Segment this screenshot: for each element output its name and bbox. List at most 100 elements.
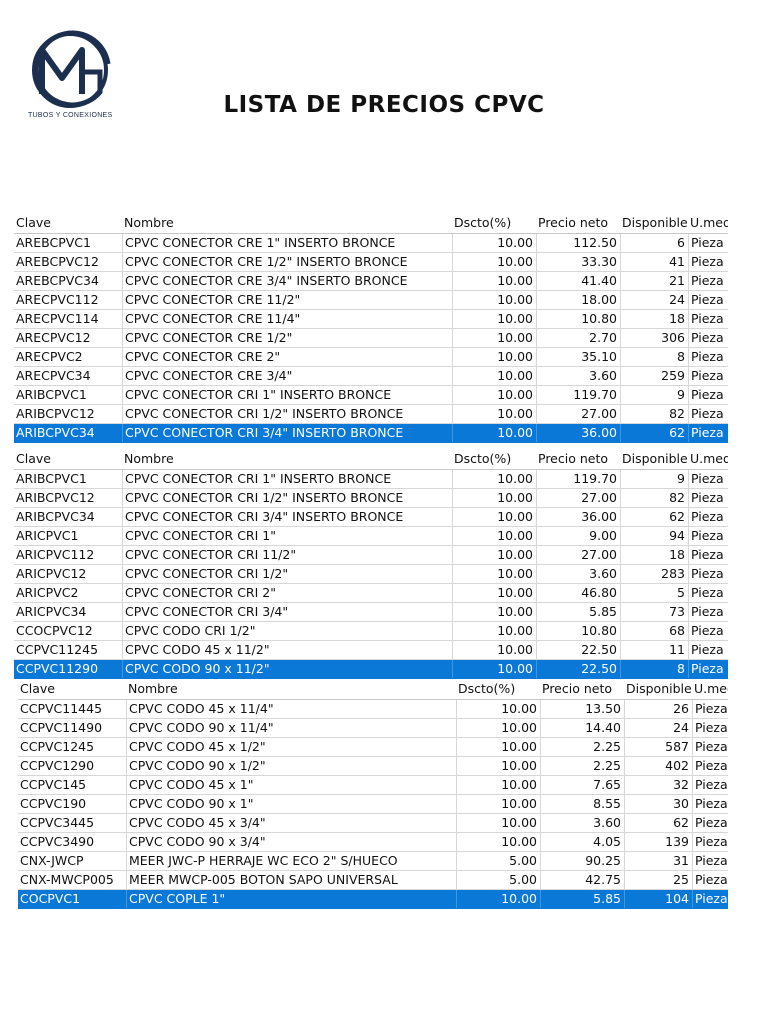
table-row[interactable]: ARICPVC1 CPVC CONECTOR CRI 1" 10.00 9.00 94 P… <box>14 527 728 546</box>
cell-nombre: CPVC CONECTOR CRI 3/4" INSERTO BRONCE <box>122 424 452 442</box>
cell-precio: 10.80 <box>536 622 620 640</box>
cell-umed: Pieza <box>688 470 728 488</box>
cell-disponible: 139 <box>624 833 692 851</box>
cell-disponible: 24 <box>624 719 692 737</box>
table-row-selected[interactable]: CCPVC11290 CPVC CODO 90 x 11/2" 10.00 22.50… <box>14 660 728 679</box>
cell-nombre: CPVC CONECTOR CRI 1" INSERTO BRONCE <box>122 386 452 404</box>
table-row[interactable]: ARECPVC12 CPVC CONECTOR CRE 1/2" 10.00 2.70… <box>14 329 728 348</box>
table-row[interactable]: ARECPVC112 CPVC CONECTOR CRE 11/2" 10.00 18… <box>14 291 728 310</box>
cell-precio: 119.70 <box>536 386 620 404</box>
table-row[interactable]: ARICPVC112 CPVC CONECTOR CRI 11/2" 10.00 27… <box>14 546 728 565</box>
header-precio: Precio neto <box>538 215 609 230</box>
header-clave: Clave <box>16 451 51 466</box>
table-row[interactable]: CCPVC1245 CPVC CODO 45 x 1/2" 10.00 2.25 587… <box>18 738 728 757</box>
cell-clave: CCPVC1290 <box>20 758 95 773</box>
table-row[interactable]: ARECPVC114 CPVC CONECTOR CRE 11/4" 10.00 10… <box>14 310 728 329</box>
cell-nombre: CPVC CODO 90 x 11/2" <box>122 660 452 678</box>
cell-clave: ARECPVC2 <box>16 349 83 364</box>
header-umed: U.med <box>694 681 728 696</box>
cell-clave: CNX-JWCP <box>20 853 84 868</box>
cell-umed: Pieza <box>692 871 728 889</box>
cell-umed: Pieza <box>688 405 728 423</box>
table-row[interactable]: CCPVC145 CPVC CODO 45 x 1" 10.00 7.65 32 Piez… <box>18 776 728 795</box>
cell-nombre: CPVC CONECTOR CRI 1/2" INSERTO BRONCE <box>122 405 452 423</box>
header-disponible: Disponible <box>622 451 688 466</box>
cell-disponible: 18 <box>620 546 688 564</box>
cell-precio: 3.60 <box>540 814 624 832</box>
cell-precio: 35.10 <box>536 348 620 366</box>
table-row[interactable]: ARECPVC2 CPVC CONECTOR CRE 2" 10.00 35.10 8 P… <box>14 348 728 367</box>
cell-disponible: 62 <box>624 814 692 832</box>
table-row[interactable]: CCPVC11445 CPVC CODO 45 x 11/4" 10.00 13.50… <box>18 700 728 719</box>
table-row[interactable]: ARIBCPVC1 CPVC CONECTOR CRI 1" INSERTO BR… <box>14 386 728 405</box>
cell-precio: 10.80 <box>536 310 620 328</box>
table-row-selected[interactable]: ARIBCPVC34 CPVC CONECTOR CRI 3/4" INSERTO… <box>14 424 728 443</box>
table-row[interactable]: CCPVC11490 CPVC CODO 90 x 11/4" 10.00 14.40… <box>18 719 728 738</box>
table-row-selected[interactable]: COCPVC1 CPVC COPLE 1" 10.00 5.85 104 Pieza <box>18 890 728 909</box>
cell-clave: ARIBCPVC12 <box>16 406 95 421</box>
table-row[interactable]: ARICPVC34 CPVC CONECTOR CRI 3/4" 10.00 5.85… <box>14 603 728 622</box>
table-row[interactable]: CCPVC1290 CPVC CODO 90 x 1/2" 10.00 2.25 402… <box>18 757 728 776</box>
header-umed: U.med <box>690 215 728 230</box>
header-clave: Clave <box>16 215 51 230</box>
table-row[interactable]: ARECPVC34 CPVC CONECTOR CRE 3/4" 10.00 3.60… <box>14 367 728 386</box>
table-row[interactable]: ARIBCPVC12 CPVC CONECTOR CRI 1/2" INSERTO… <box>14 489 728 508</box>
cell-clave: ARIBCPVC12 <box>16 490 95 505</box>
cell-dscto: 10.00 <box>452 253 536 271</box>
header-precio: Precio neto <box>538 451 609 466</box>
cell-nombre: CPVC CODO 90 x 11/4" <box>126 719 456 737</box>
cell-precio: 8.55 <box>540 795 624 813</box>
cell-nombre: CPVC CONECTOR CRE 11/4" <box>122 310 452 328</box>
cell-clave: CCPVC11445 <box>20 701 103 716</box>
table-row[interactable]: CCOCPVC12 CPVC CODO CRI 1/2" 10.00 10.80 68 P… <box>14 622 728 641</box>
cell-nombre: CPVC CONECTOR CRI 1/2" <box>122 565 452 583</box>
table-header-row: Clave Nombre Dscto(%) Precio neto Disponible… <box>14 448 728 470</box>
table-row[interactable]: ARICPVC2 CPVC CONECTOR CRI 2" 10.00 46.80 5 P… <box>14 584 728 603</box>
cell-dscto: 10.00 <box>452 527 536 545</box>
cell-umed: Pieza <box>692 833 728 851</box>
cell-umed: Pieza <box>688 272 728 290</box>
cell-disponible: 25 <box>624 871 692 889</box>
cell-nombre: CPVC CONECTOR CRE 1/2" <box>122 329 452 347</box>
cell-dscto: 10.00 <box>452 489 536 507</box>
cell-umed: Pieza <box>692 890 728 908</box>
table-row[interactable]: CCPVC190 CPVC CODO 90 x 1" 10.00 8.55 30 Piez… <box>18 795 728 814</box>
cell-dscto: 10.00 <box>452 329 536 347</box>
table-row[interactable]: ARIBCPVC1 CPVC CONECTOR CRI 1" INSERTO BR… <box>14 470 728 489</box>
table-row[interactable]: CNX-JWCP MEER JWC-P HERRAJE WC ECO 2" S/H… <box>18 852 728 871</box>
cell-clave: CCPVC145 <box>20 777 87 792</box>
table-row[interactable]: CCPVC3490 CPVC CODO 90 x 3/4" 10.00 4.05 139… <box>18 833 728 852</box>
table-row[interactable]: ARICPVC12 CPVC CONECTOR CRI 1/2" 10.00 3.60… <box>14 565 728 584</box>
cell-disponible: 283 <box>620 565 688 583</box>
cell-clave: ARICPVC1 <box>16 528 79 543</box>
cell-umed: Pieza <box>688 348 728 366</box>
cell-nombre: CPVC CODO 45 x 11/2" <box>122 641 452 659</box>
table-row[interactable]: ARIBCPVC12 CPVC CONECTOR CRI 1/2" INSERTO… <box>14 405 728 424</box>
cell-dscto: 10.00 <box>456 757 540 775</box>
table-row[interactable]: CCPVC3445 CPVC CODO 45 x 3/4" 10.00 3.60 62 P… <box>18 814 728 833</box>
cell-nombre: CPVC CODO 90 x 1" <box>126 795 456 813</box>
table-row[interactable]: CNX-MWCP005 MEER MWCP-005 BOTON SAPO UNIV… <box>18 871 728 890</box>
cell-clave: CCPVC3445 <box>20 815 95 830</box>
cell-disponible: 32 <box>624 776 692 794</box>
cell-precio: 22.50 <box>536 641 620 659</box>
cell-nombre: CPVC CODO 45 x 1" <box>126 776 456 794</box>
table-row[interactable]: AREBCPVC1 CPVC CONECTOR CRE 1" INSERTO BR… <box>14 234 728 253</box>
table-row[interactable]: AREBCPVC34 CPVC CONECTOR CRE 3/4" INSERTO… <box>14 272 728 291</box>
cell-precio: 33.30 <box>536 253 620 271</box>
cell-precio: 27.00 <box>536 489 620 507</box>
cell-disponible: 26 <box>624 700 692 718</box>
cell-dscto: 10.00 <box>452 641 536 659</box>
table-row[interactable]: ARIBCPVC34 CPVC CONECTOR CRI 3/4" INSERTO… <box>14 508 728 527</box>
cell-precio: 22.50 <box>536 660 620 678</box>
cell-precio: 14.40 <box>540 719 624 737</box>
cell-precio: 27.00 <box>536 405 620 423</box>
header-clave: Clave <box>20 681 55 696</box>
table-row[interactable]: AREBCPVC12 CPVC CONECTOR CRE 1/2" INSERTO… <box>14 253 728 272</box>
cell-clave: ARIBCPVC1 <box>16 387 87 402</box>
table-row[interactable]: CCPVC11245 CPVC CODO 45 x 11/2" 10.00 22.50… <box>14 641 728 660</box>
cell-nombre: CPVC CONECTOR CRE 11/2" <box>122 291 452 309</box>
cell-precio: 119.70 <box>536 470 620 488</box>
cell-dscto: 10.00 <box>452 310 536 328</box>
cell-precio: 27.00 <box>536 546 620 564</box>
